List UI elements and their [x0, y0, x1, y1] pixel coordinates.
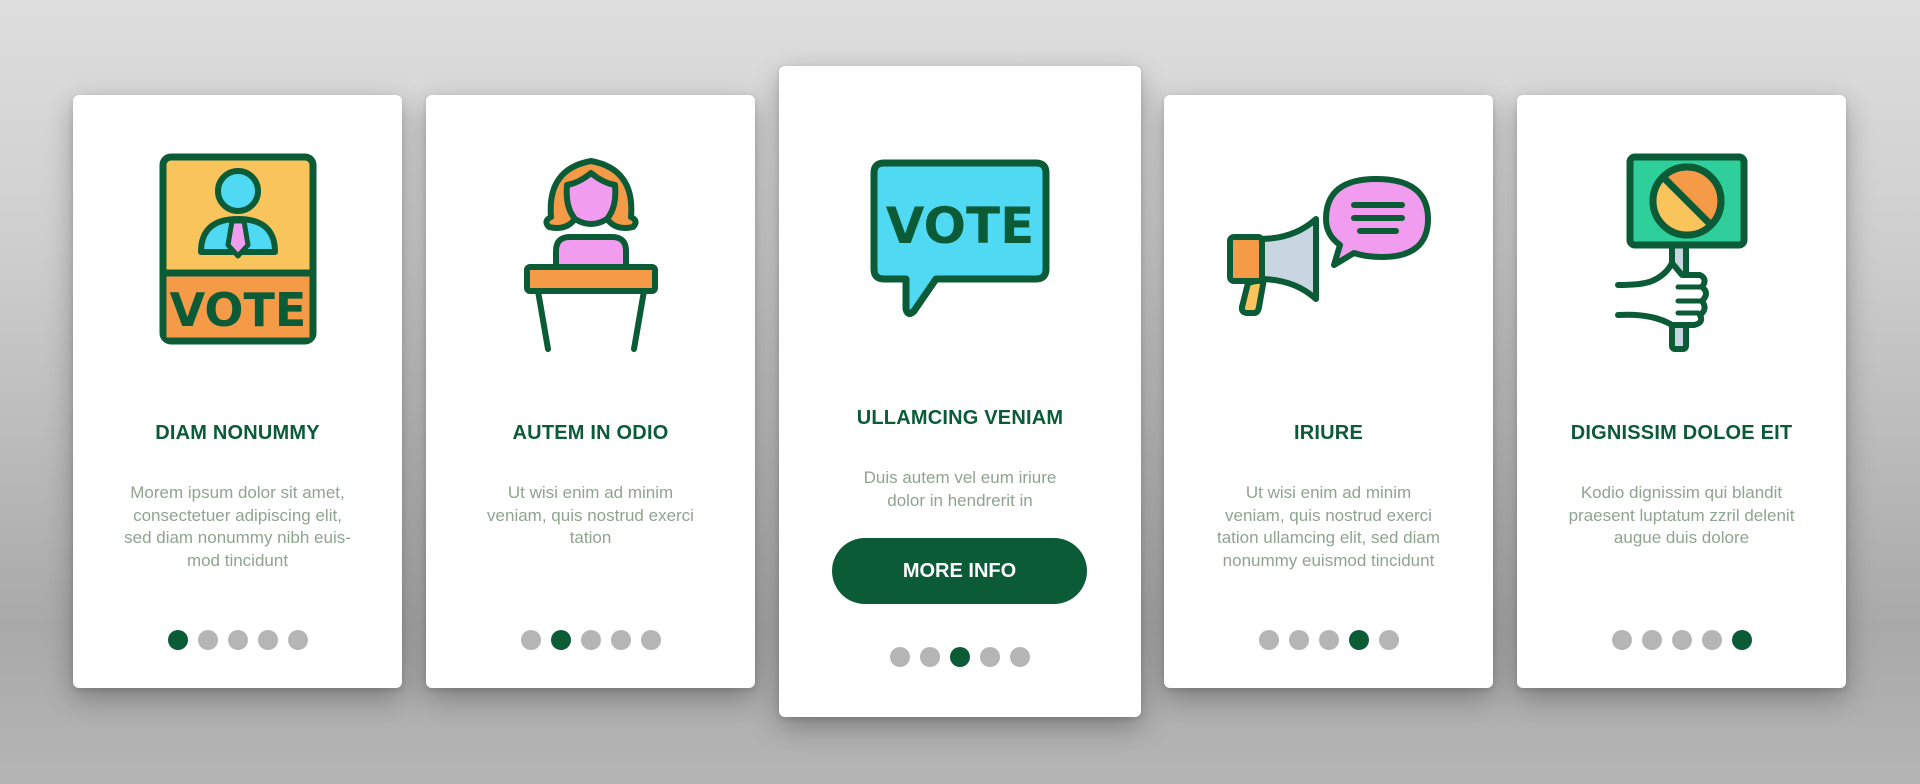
- page-dot-2[interactable]: [920, 647, 940, 667]
- page-dot-1[interactable]: [890, 647, 910, 667]
- page-indicator: [73, 630, 402, 650]
- page-dot-3[interactable]: [580, 630, 601, 650]
- page-dot-1[interactable]: [520, 630, 541, 650]
- page-dot-5[interactable]: [1378, 630, 1399, 650]
- more-info-button[interactable]: MORE INFO: [832, 538, 1087, 604]
- vote-speech-bubble-icon: VOTE: [779, 159, 1141, 319]
- page-indicator: [779, 647, 1141, 667]
- page-dot-3[interactable]: [1318, 630, 1339, 650]
- card-title: DIGNISSIM DOLOE EIT: [1570, 422, 1793, 444]
- page-dot-3[interactable]: [950, 647, 970, 667]
- page-dot-4[interactable]: [1348, 630, 1369, 650]
- page-dot-5[interactable]: [1010, 647, 1030, 667]
- page-dot-3[interactable]: [227, 630, 248, 650]
- page-indicator: [426, 630, 755, 650]
- page-dot-1[interactable]: [1611, 630, 1632, 650]
- card-title: IRIURE: [1294, 422, 1363, 444]
- page-dot-2[interactable]: [1641, 630, 1662, 650]
- onboarding-card-3: VOTE ULLAMCING VENIAM Duis autem vel eum…: [779, 66, 1141, 717]
- speaker-podium-icon: [426, 149, 755, 359]
- page-dot-2[interactable]: [197, 630, 218, 650]
- page-dot-5[interactable]: [1731, 630, 1752, 650]
- page-dot-2[interactable]: [1288, 630, 1309, 650]
- card-description: Morem ipsum dolor sit amet, consectetuer…: [124, 483, 351, 570]
- page-dot-1[interactable]: [167, 630, 188, 650]
- onboarding-screens: VOTE DIAM NONUMMY Morem ipsum dolor sit …: [0, 0, 1920, 784]
- page-dot-4[interactable]: [1701, 630, 1722, 650]
- card-title: AUTEM IN ODIO: [512, 422, 669, 444]
- page-dot-1[interactable]: [1258, 630, 1279, 650]
- page-dot-5[interactable]: [640, 630, 661, 650]
- page-dot-5[interactable]: [287, 630, 308, 650]
- page-indicator: [1517, 630, 1846, 650]
- card-title: ULLAMCING VENIAM: [856, 407, 1064, 429]
- svg-text:VOTE: VOTE: [886, 197, 1035, 255]
- megaphone-chat-icon: [1164, 167, 1493, 317]
- vote-poster-icon: VOTE: [73, 153, 402, 345]
- card-description: Ut wisi enim ad minim veniam, quis nostr…: [487, 483, 694, 547]
- page-dot-4[interactable]: [257, 630, 278, 650]
- page-indicator: [1164, 630, 1493, 650]
- card-description: Kodio dignissim qui blandit praesent lup…: [1568, 483, 1795, 547]
- page-dot-2[interactable]: [550, 630, 571, 650]
- page-dot-4[interactable]: [980, 647, 1000, 667]
- onboarding-card-1: VOTE DIAM NONUMMY Morem ipsum dolor sit …: [73, 95, 402, 688]
- card-description: Duis autem vel eum iriure dolor in hendr…: [863, 468, 1057, 510]
- onboarding-card-4: IRIURE Ut wisi enim ad minim veniam, qui…: [1164, 95, 1493, 688]
- page-dot-4[interactable]: [610, 630, 631, 650]
- protest-sign-icon: [1517, 153, 1846, 353]
- onboarding-card-5: DIGNISSIM DOLOE EIT Kodio dignissim qui …: [1517, 95, 1846, 688]
- card-title: DIAM NONUMMY: [155, 422, 320, 444]
- card-description: Ut wisi enim ad minim veniam, quis nostr…: [1216, 483, 1440, 570]
- onboarding-card-2: AUTEM IN ODIO Ut wisi enim ad minim veni…: [426, 95, 755, 688]
- svg-text:VOTE: VOTE: [169, 283, 306, 337]
- page-dot-3[interactable]: [1671, 630, 1692, 650]
